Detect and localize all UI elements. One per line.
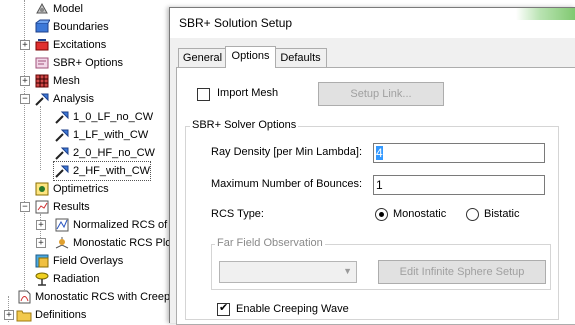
creeping-wave-checkbox[interactable] <box>217 301 230 316</box>
far-field-title: Far Field Observation <box>215 237 325 249</box>
chevron-down-icon: ▼ <box>343 266 352 276</box>
max-bounces-input[interactable]: 1 <box>373 175 545 195</box>
solution-setup-dialog: SBR+ Solution Setup General Options Defa… <box>169 7 575 325</box>
import-mesh-label: Import Mesh <box>217 87 279 99</box>
folder-icon <box>16 307 32 322</box>
mesh-icon <box>34 73 50 89</box>
tree-connector <box>40 106 41 170</box>
tree-item-model[interactable]: Model <box>34 0 83 18</box>
max-bounces-label: Maximum Number of Bounces: <box>211 178 362 190</box>
tree-item-normalized-rcs[interactable]: Normalized RCS of a <box>54 216 170 234</box>
tab-options[interactable]: Options <box>225 46 276 68</box>
field-overlays-icon <box>34 253 50 269</box>
title-bar[interactable]: SBR+ Solution Setup <box>170 8 575 38</box>
boundaries-icon <box>34 19 51 35</box>
collapse-toggle[interactable]: − <box>20 94 30 104</box>
results-icon <box>34 199 50 215</box>
plot-icon <box>54 217 70 233</box>
tab-general[interactable]: General <box>178 48 227 67</box>
optimetrics-icon <box>34 181 50 197</box>
bistatic-label: Bistatic <box>484 208 520 220</box>
tree-item-optimetrics[interactable]: Optimetrics <box>34 180 109 198</box>
tree-item-boundaries[interactable]: Boundaries <box>34 18 109 36</box>
radiation-icon <box>34 271 50 287</box>
tree-item-results[interactable]: Results <box>34 198 90 216</box>
monostatic-radio[interactable] <box>375 208 388 221</box>
tab-defaults[interactable]: Defaults <box>274 48 327 67</box>
project-tree: Model Boundaries + Excitations SBR+ Opti… <box>0 0 170 322</box>
edit-infinite-sphere-button[interactable]: Edit Infinite Sphere Setup <box>378 260 546 284</box>
options-panel: Import Mesh Setup Link... SBR+ Solver Op… <box>176 67 575 325</box>
tree-item-setup-1[interactable]: 1_0_LF_no_CW <box>54 108 153 126</box>
tab-strip: General Options Defaults <box>170 46 575 68</box>
tree-item-monostatic-rcs-plot[interactable]: Monostatic RCS Plo <box>54 234 170 252</box>
setup-icon <box>54 145 70 161</box>
setup-link-button[interactable]: Setup Link... <box>318 82 444 106</box>
tree-item-setup-3[interactable]: 2_0_HF_no_CW <box>54 144 155 162</box>
tree-item-definitions[interactable]: Definitions <box>16 306 86 322</box>
sbr-options-icon <box>34 55 50 71</box>
rcs-type-label: RCS Type: <box>211 208 264 220</box>
max-bounces-value: 1 <box>376 178 383 192</box>
tree-item-setup-2[interactable]: 1_LF_with_CW <box>54 126 148 144</box>
tree-item-analysis[interactable]: Analysis <box>34 90 94 108</box>
tree-item-radiation[interactable]: Radiation <box>34 270 99 288</box>
tree-item-mesh[interactable]: Mesh <box>34 72 80 90</box>
tree-item-design[interactable]: Monostatic RCS with Creepi <box>16 288 170 306</box>
analysis-icon <box>34 91 50 107</box>
tree-item-field-overlays[interactable]: Field Overlays <box>34 252 123 270</box>
bistatic-radio[interactable] <box>466 208 479 221</box>
far-field-select[interactable]: ▼ <box>219 261 357 283</box>
titlebar-accent <box>516 8 575 20</box>
expand-toggle[interactable]: + <box>36 238 46 248</box>
tree-item-sbr-options[interactable]: SBR+ Options <box>34 54 123 72</box>
ray-density-label: Ray Density [per Min Lambda]: <box>211 146 363 158</box>
setup-icon <box>54 127 70 143</box>
monostatic-label: Monostatic <box>393 208 447 220</box>
tree-item-setup-4[interactable]: 2_HF_with_CW <box>52 161 152 181</box>
expand-toggle[interactable]: + <box>20 40 30 50</box>
plot3d-icon <box>54 235 70 251</box>
import-mesh-checkbox[interactable] <box>197 88 210 101</box>
excitations-icon <box>34 37 50 53</box>
solver-options-title: SBR+ Solver Options <box>190 119 299 131</box>
design-icon <box>16 289 32 305</box>
ray-density-input[interactable]: 4 <box>373 143 545 163</box>
collapse-toggle[interactable]: − <box>20 202 30 212</box>
ray-density-value: 4 <box>376 146 383 160</box>
setup-icon <box>54 163 70 179</box>
tree-item-excitations[interactable]: Excitations <box>34 36 106 54</box>
setup-icon <box>54 109 70 125</box>
creeping-wave-label: Enable Creeping Wave <box>236 303 349 315</box>
expand-toggle[interactable]: + <box>36 220 46 230</box>
expand-toggle[interactable]: + <box>4 310 14 320</box>
model-icon <box>34 1 50 17</box>
expand-toggle[interactable]: + <box>20 76 30 86</box>
dialog-title: SBR+ Solution Setup <box>179 16 293 30</box>
